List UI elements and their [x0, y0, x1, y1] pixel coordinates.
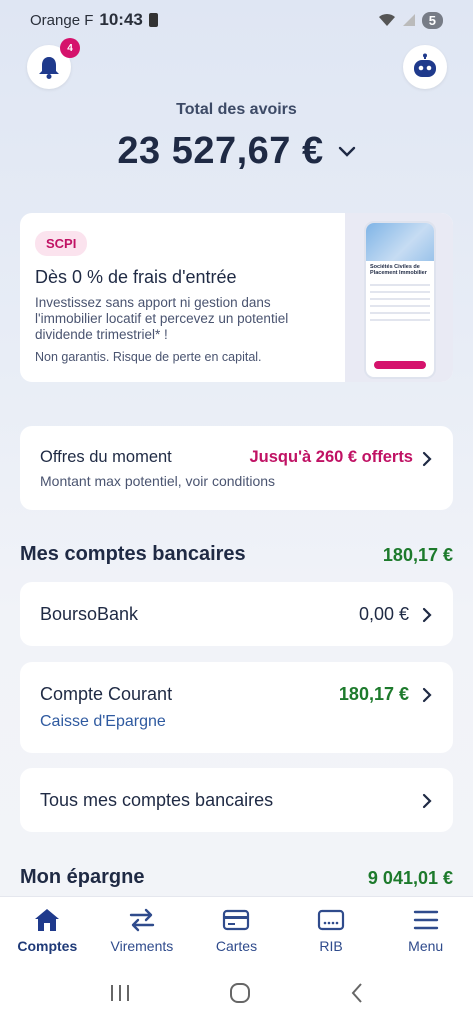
- all-bank-accounts-row[interactable]: Tous mes comptes bancaires: [20, 768, 453, 832]
- chevron-right-icon: [422, 687, 432, 703]
- chevron-right-icon: [422, 451, 432, 467]
- system-navigation-bar: [0, 962, 473, 1024]
- wifi-icon: [378, 13, 395, 26]
- nav-comptes[interactable]: Comptes: [0, 897, 95, 962]
- promo-description: Investissez sans apport ni gestion dans …: [35, 295, 289, 342]
- account-row-compte-courant[interactable]: Compte Courant 180,17 € Caisse d'Epargne: [20, 662, 453, 753]
- account-amount: 0,00 €: [358, 604, 409, 624]
- rib-icon: [317, 909, 345, 931]
- promo-illustration: Sociétés Civiles de Placement Immobilier: [345, 213, 453, 382]
- nav-label: Menu: [408, 938, 444, 954]
- nav-label: Virements: [110, 938, 174, 954]
- card-icon: [223, 909, 250, 931]
- total-amount: 23 527,67 €: [117, 130, 324, 172]
- home-button-icon[interactable]: [229, 982, 251, 1004]
- carrier-name: Orange F: [30, 11, 94, 29]
- nav-cartes[interactable]: Cartes: [189, 897, 284, 962]
- chevron-right-icon: [422, 607, 432, 623]
- scpi-promo-card[interactable]: SCPI Dès 0 % de frais d'entrée Investiss…: [20, 213, 453, 382]
- promo-title: Dès 0 % de frais d'entrée: [35, 267, 237, 287]
- clock: 10:43: [99, 10, 143, 29]
- chevron-down-icon: [338, 146, 355, 157]
- bank-accounts-total: 180,17 €: [382, 545, 453, 565]
- savings-title: Mon épargne: [20, 866, 145, 888]
- battery-level: 5: [421, 11, 443, 29]
- nav-menu[interactable]: Menu: [378, 897, 473, 962]
- phone-title: Sociétés Civiles de Placement Immobilier: [370, 264, 427, 276]
- savings-total: 9 041,01 €: [367, 868, 453, 888]
- nav-label: RIB: [319, 938, 343, 954]
- building-image: [366, 223, 434, 261]
- bell-icon: [39, 57, 59, 79]
- home-icon: [35, 909, 60, 931]
- signal-icon: [402, 14, 415, 26]
- back-icon[interactable]: [350, 982, 364, 1004]
- bottom-navigation: Comptes Virements Cartes RIB Menu: [0, 896, 473, 962]
- promo-warning: Non garantis. Risque de perte en capital…: [35, 350, 262, 364]
- offers-card[interactable]: Offres du moment Jusqu'à 260 € offerts M…: [20, 426, 453, 510]
- account-amount: 180,17 €: [338, 684, 409, 704]
- account-bank-name: Caisse d'Epargne: [40, 713, 166, 730]
- total-amount-toggle[interactable]: 23 527,67 €: [0, 130, 473, 173]
- bank-accounts-title: Mes comptes bancaires: [20, 543, 246, 565]
- offers-title: Offres du moment: [40, 448, 172, 466]
- scpi-badge: SCPI: [35, 231, 88, 256]
- all-accounts-label: Tous mes comptes bancaires: [40, 790, 274, 810]
- account-row-boursobank[interactable]: BoursoBank 0,00 €: [20, 582, 453, 646]
- robot-icon: [414, 53, 436, 77]
- offers-subtitle: Montant max potentiel, voir conditions: [40, 473, 276, 489]
- transfer-icon: [129, 908, 155, 932]
- phone-cta: [374, 361, 426, 369]
- assistant-button[interactable]: [403, 45, 447, 89]
- nav-rib[interactable]: RIB: [284, 897, 379, 962]
- chevron-right-icon: [422, 793, 432, 809]
- offers-promo: Jusqu'à 260 € offerts: [249, 448, 414, 466]
- total-label: Total des avoirs: [176, 101, 297, 118]
- nav-label: Cartes: [215, 938, 258, 954]
- menu-icon: [413, 910, 438, 930]
- account-name: Compte Courant: [40, 684, 173, 704]
- notifications-button[interactable]: 4: [27, 38, 80, 89]
- nav-label: Comptes: [17, 938, 78, 954]
- nav-virements[interactable]: Virements: [95, 897, 190, 962]
- battery-saver-icon: [148, 13, 158, 27]
- phone-mockup: Sociétés Civiles de Placement Immobilier: [364, 221, 436, 379]
- account-name: BoursoBank: [40, 604, 139, 624]
- notification-count-badge: 4: [60, 38, 80, 58]
- recent-apps-icon[interactable]: [109, 983, 131, 1003]
- status-bar: Orange F 10:43 5: [0, 0, 473, 40]
